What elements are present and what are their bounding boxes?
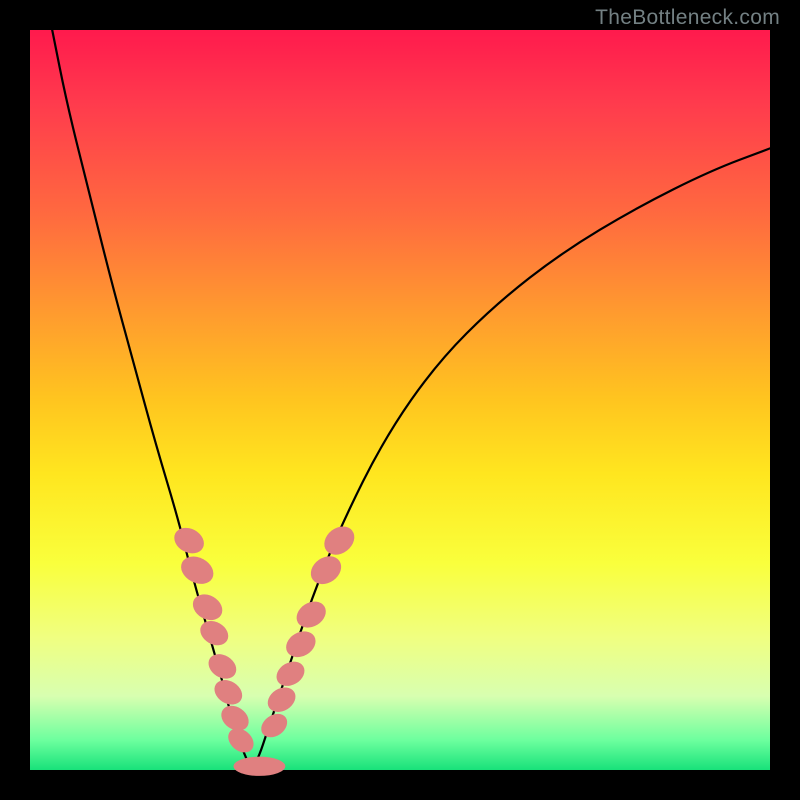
marker-left-cluster-mid1 — [188, 589, 227, 625]
marker-left-cluster-top2 — [176, 551, 218, 589]
watermark-label: TheBottleneck.com — [595, 6, 780, 30]
plot-area — [30, 30, 770, 770]
chart-svg — [30, 30, 770, 770]
marker-bottom-bar — [234, 757, 286, 776]
chart-frame: TheBottleneck.com — [0, 0, 800, 800]
curve-layer — [52, 30, 770, 770]
marker-left-cluster-top — [170, 523, 209, 558]
series-right-curve — [252, 148, 770, 770]
marker-right-cluster-top2 — [319, 521, 360, 561]
marker-right-cluster-top1 — [305, 551, 346, 590]
marker-left-cluster-mid2 — [196, 616, 233, 650]
